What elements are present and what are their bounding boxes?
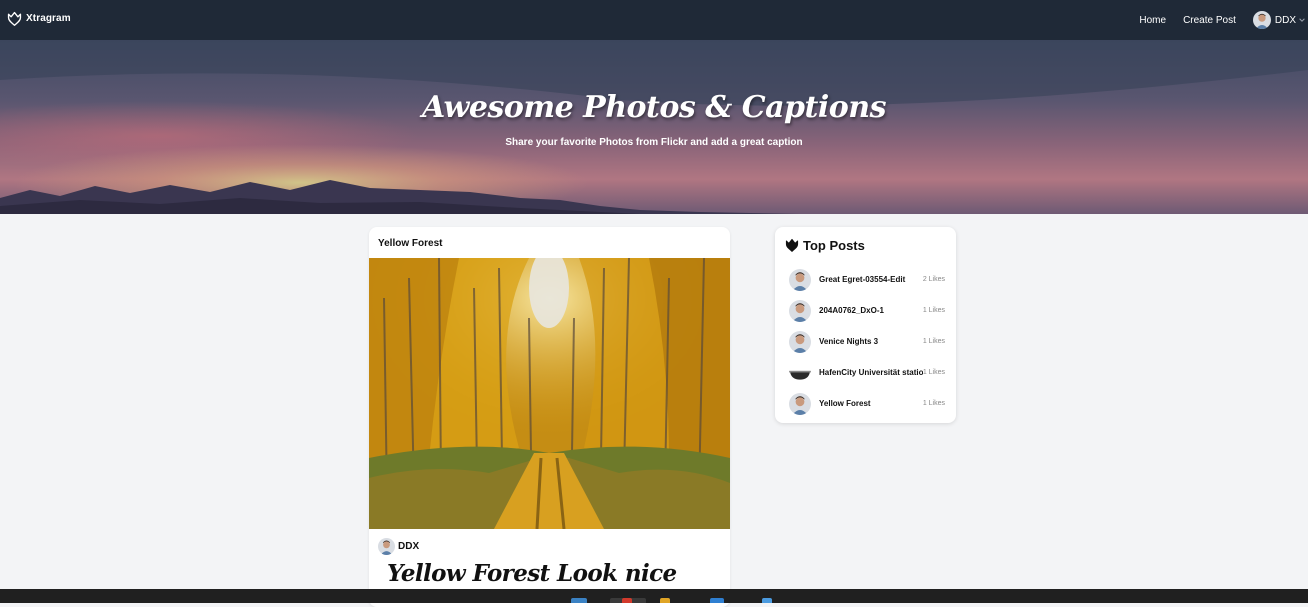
user-name: DDX [1274, 14, 1296, 26]
top-post-title: HafenCity Universität station [819, 368, 923, 377]
chevron-down-icon [1299, 18, 1305, 22]
avatar [789, 299, 811, 322]
top-post-item[interactable]: HafenCity Universität station 1 Likes [789, 357, 945, 388]
post-thumbnail [789, 361, 811, 384]
top-post-likes: 1 Likes [922, 400, 945, 407]
taskbar-app-icon[interactable] [710, 598, 724, 603]
top-posts-card: Top Posts Great Egret-03554-Edit 2 Likes… [775, 227, 956, 423]
top-post-item[interactable]: Yellow Forest 1 Likes [789, 388, 945, 419]
nav-links: Home Create Post DDX [1139, 0, 1308, 40]
avatar [1252, 11, 1271, 29]
avatar [789, 268, 811, 291]
top-posts-title: Top Posts [803, 237, 865, 253]
avatar [789, 392, 811, 415]
post-card[interactable]: Yellow Forest DDX Yellow Forest Look nic… [369, 227, 730, 607]
heart-crown-icon [785, 238, 799, 252]
hero-title: Awesome Photos & Captions [421, 90, 887, 125]
top-posts-list: Great Egret-03554-Edit 2 Likes 204A0762_… [789, 264, 945, 419]
taskbar-app-icon[interactable] [660, 598, 670, 603]
windows-start-icon[interactable] [571, 598, 587, 603]
top-post-title: Great Egret-03554-Edit [819, 275, 906, 284]
post-image[interactable] [369, 258, 730, 529]
nav-home-link[interactable]: Home [1139, 15, 1166, 26]
top-post-title: Venice Nights 3 [819, 337, 879, 346]
avatar [378, 538, 395, 555]
hero-background-image [0, 40, 1308, 214]
taskbar-app-icon[interactable] [622, 598, 632, 603]
top-post-likes: 1 Likes [922, 307, 945, 314]
top-post-title: 204A0762_DxO-1 [819, 306, 884, 315]
hero-subtitle: Share your favorite Photos from Flickr a… [505, 137, 803, 148]
brand-name: Xtragram [26, 13, 71, 24]
heart-crown-icon [7, 11, 22, 26]
top-post-likes: 1 Likes [922, 369, 945, 376]
post-caption: Yellow Forest Look nice [387, 560, 677, 587]
brand-link[interactable]: Xtragram [6, 10, 71, 27]
top-post-item[interactable]: Venice Nights 3 1 Likes [789, 326, 945, 357]
top-post-title: Yellow Forest [819, 399, 871, 408]
taskbar-app-icon[interactable] [762, 598, 772, 603]
navbar: Xtragram Home Create Post DDX [0, 0, 1308, 40]
top-posts-header: Top Posts [784, 237, 865, 253]
top-post-likes: 1 Likes [922, 338, 945, 345]
os-taskbar [0, 589, 1308, 603]
top-post-item[interactable]: 204A0762_DxO-1 1 Likes [789, 295, 945, 326]
top-post-item[interactable]: Great Egret-03554-Edit 2 Likes [789, 264, 945, 295]
avatar [789, 330, 811, 353]
user-menu[interactable]: DDX [1252, 11, 1306, 29]
top-post-likes: 2 Likes [922, 276, 945, 283]
author-name: DDX [398, 541, 420, 552]
hero-banner: Awesome Photos & Captions Share your fav… [0, 40, 1308, 214]
post-title: Yellow Forest [378, 238, 443, 249]
post-author[interactable]: DDX [378, 538, 419, 555]
nav-create-post-link[interactable]: Create Post [1183, 15, 1236, 26]
